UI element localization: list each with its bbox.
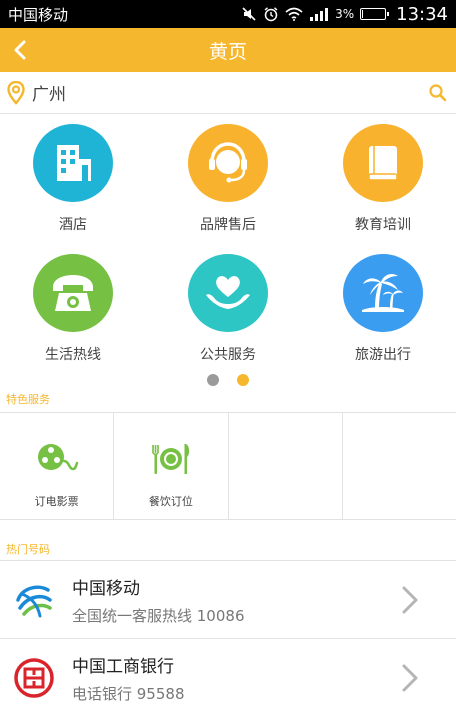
battery-icon [360, 8, 390, 20]
category-label: 酒店 [59, 217, 87, 233]
feature-label: 订电影票 [34, 495, 79, 508]
search-icon[interactable] [428, 83, 448, 103]
back-button[interactable] [4, 34, 36, 66]
page-dot-1[interactable] [207, 374, 219, 386]
page-title: 黄页 [208, 40, 247, 63]
mute-icon [242, 7, 256, 21]
alarm-icon [264, 7, 278, 22]
dining-icon [147, 435, 195, 483]
chevron-right-icon [402, 664, 418, 692]
category-label: 教育培训 [355, 217, 411, 233]
category-label: 生活热线 [45, 347, 101, 363]
china-mobile-logo-icon [12, 578, 56, 622]
featured-services: 订电影票 餐饮订位 [0, 412, 456, 520]
feature-empty-slot [343, 413, 456, 519]
app-header: 黄页 [0, 28, 456, 72]
telephone-icon [33, 254, 113, 332]
category-label: 旅游出行 [355, 347, 411, 363]
battery-percent: 3% [335, 7, 355, 21]
hot-number-desc: 全国统一客服热线 10086 [72, 606, 245, 625]
category-education[interactable]: 教育培训 [323, 114, 443, 234]
category-grid: 酒店 品牌售后 教育培训 生活热线 公共服务 旅游出行 [0, 114, 456, 374]
status-bar: 中国移动 3% 13:34 [0, 0, 456, 28]
chevron-left-icon [14, 40, 26, 60]
heart-hands-icon [188, 254, 268, 332]
feature-empty-slot [229, 413, 343, 519]
location-search-bar[interactable]: 广州 [0, 72, 456, 114]
feature-movie-tickets[interactable]: 订电影票 [0, 413, 115, 519]
category-label: 公共服务 [200, 347, 256, 363]
category-brand-service[interactable]: 品牌售后 [168, 114, 288, 234]
category-label: 品牌售后 [200, 217, 256, 233]
category-public-service[interactable]: 公共服务 [168, 244, 288, 364]
yellow-pages-screen: 中国移动 3% 13:34 黄页 广州 酒店 品牌售后 教育培训 生活热线 公共… [0, 0, 456, 712]
palm-tree-icon [343, 254, 423, 332]
building-icon [33, 124, 113, 202]
page-indicator [0, 374, 456, 388]
hot-number-icbc[interactable]: 中国工商银行 电话银行 95588 [0, 639, 456, 712]
hot-numbers-section-title: 热门号码 [6, 543, 50, 556]
featured-section-title: 特色服务 [6, 393, 50, 406]
city-selector[interactable]: 广州 [32, 80, 66, 105]
category-hotel[interactable]: 酒店 [13, 114, 133, 234]
hot-number-desc: 电话银行 95588 [72, 684, 185, 703]
book-icon [343, 124, 423, 202]
hot-number-name: 中国移动 [72, 578, 140, 599]
carrier-name: 中国移动 [8, 5, 69, 24]
feature-label: 餐饮订位 [148, 495, 193, 508]
wifi-icon [285, 7, 303, 21]
hot-number-name: 中国工商银行 [72, 656, 174, 677]
clock: 13:34 [396, 3, 448, 25]
feature-restaurant-booking[interactable]: 餐饮订位 [114, 413, 229, 519]
hot-numbers-list: 中国移动 全国统一客服热线 10086 中国工商银行 电话银行 95588 [0, 561, 456, 712]
category-travel[interactable]: 旅游出行 [323, 244, 443, 364]
signal-icon [310, 8, 329, 21]
headset-icon [188, 124, 268, 202]
chevron-right-icon [402, 586, 418, 614]
page-dot-2[interactable] [237, 374, 249, 386]
category-life-hotline[interactable]: 生活热线 [13, 244, 133, 364]
film-reel-icon [33, 435, 81, 483]
battery-level [362, 10, 364, 18]
map-pin-icon[interactable] [2, 72, 30, 114]
icbc-logo-icon [12, 656, 56, 700]
status-icons: 3% 13:34 [241, 4, 448, 25]
hot-number-china-mobile[interactable]: 中国移动 全国统一客服热线 10086 [0, 561, 456, 639]
